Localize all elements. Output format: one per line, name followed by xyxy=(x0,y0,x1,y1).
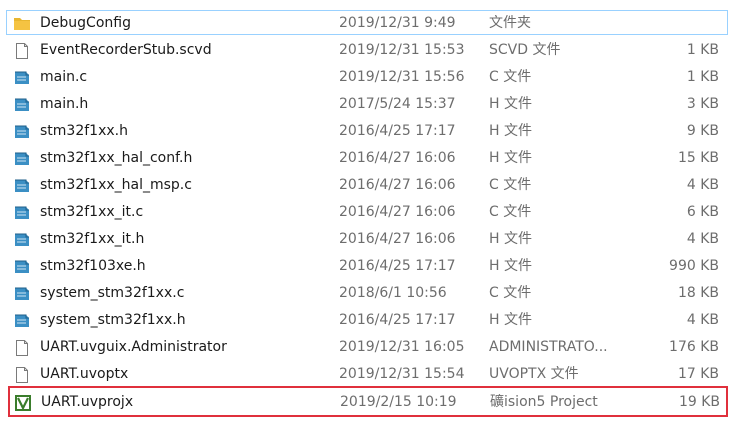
file-size: 990 KB xyxy=(669,258,719,274)
source-file-icon xyxy=(13,177,31,195)
file-size: 17 KB xyxy=(677,366,719,382)
file-type: 礦ision5 Project xyxy=(490,394,598,410)
file-row-uart-uvoptx[interactable]: UART.uvoptx 2019/12/31 15:54 UVOPTX 文件 1… xyxy=(6,361,728,386)
file-name: stm32f1xx_it.c xyxy=(40,204,144,220)
file-date: 2019/12/31 15:56 xyxy=(339,69,465,85)
file-row-stm32f1xx-h[interactable]: stm32f1xx.h 2016/4/25 17:17 H 文件 9 KB xyxy=(6,118,728,143)
file-type: C 文件 xyxy=(489,177,532,193)
file-row-eventrecorderstub[interactable]: EventRecorderStub.scvd 2019/12/31 15:53 … xyxy=(6,37,728,62)
source-file-icon xyxy=(13,231,31,249)
file-name: stm32f1xx_hal_msp.c xyxy=(40,177,192,193)
file-size: 15 KB xyxy=(677,150,719,166)
source-file-icon xyxy=(13,123,31,141)
file-size: 19 KB xyxy=(678,394,720,410)
source-file-icon xyxy=(13,312,31,330)
file-row-uart-uvprojx[interactable]: UART.uvprojx 2019/2/15 10:19 礦ision5 Pro… xyxy=(8,386,728,417)
file-row-system-stm32f1xx-c[interactable]: system_stm32f1xx.c 2018/6/1 10:56 C 文件 1… xyxy=(6,280,728,305)
file-date: 2019/2/15 10:19 xyxy=(340,394,457,410)
file-date: 2019/12/31 9:49 xyxy=(339,15,456,31)
file-name: stm32f103xe.h xyxy=(40,258,146,274)
file-row-stm32f1xx-hal-msp-c[interactable]: stm32f1xx_hal_msp.c 2016/4/27 16:06 C 文件… xyxy=(6,172,728,197)
file-type: ADMINISTRATO... xyxy=(489,339,608,355)
file-row-main-h[interactable]: main.h 2017/5/24 15:37 H 文件 3 KB xyxy=(6,91,728,116)
file-type: H 文件 xyxy=(489,123,532,139)
file-type: H 文件 xyxy=(489,231,532,247)
file-name: main.c xyxy=(40,69,88,85)
file-type: C 文件 xyxy=(489,69,532,85)
keil-project-icon xyxy=(14,394,32,412)
file-size: 1 KB xyxy=(686,69,719,85)
file-list: DebugConfig 2019/12/31 9:49 文件夹 EventRec… xyxy=(0,0,743,429)
blank-file-icon xyxy=(13,42,31,60)
file-size: 4 KB xyxy=(686,231,719,247)
file-date: 2019/12/31 15:54 xyxy=(339,366,465,382)
file-row-debugconfig[interactable]: DebugConfig 2019/12/31 9:49 文件夹 xyxy=(6,10,728,35)
source-file-icon xyxy=(13,96,31,114)
file-size: 176 KB xyxy=(669,339,719,355)
blank-file-icon xyxy=(13,339,31,357)
file-type: H 文件 xyxy=(489,150,532,166)
file-date: 2019/12/31 16:05 xyxy=(339,339,465,355)
file-type: SCVD 文件 xyxy=(489,42,561,58)
file-row-uart-uvguix-administrator[interactable]: UART.uvguix.Administrator 2019/12/31 16:… xyxy=(6,334,728,359)
file-row-stm32f1xx-it-c[interactable]: stm32f1xx_it.c 2016/4/27 16:06 C 文件 6 KB xyxy=(6,199,728,224)
source-file-icon xyxy=(13,258,31,276)
file-date: 2016/4/25 17:17 xyxy=(339,312,456,328)
file-name: UART.uvguix.Administrator xyxy=(40,339,227,355)
file-date: 2016/4/27 16:06 xyxy=(339,231,456,247)
file-date: 2018/6/1 10:56 xyxy=(339,285,447,301)
file-name: stm32f1xx_it.h xyxy=(40,231,145,247)
file-size: 4 KB xyxy=(686,177,719,193)
file-date: 2016/4/25 17:17 xyxy=(339,258,456,274)
folder-icon xyxy=(13,15,31,33)
file-size: 4 KB xyxy=(686,312,719,328)
file-name: main.h xyxy=(40,96,89,112)
file-name: system_stm32f1xx.h xyxy=(40,312,186,328)
file-type: C 文件 xyxy=(489,285,532,301)
file-size: 6 KB xyxy=(686,204,719,220)
file-size: 3 KB xyxy=(686,96,719,112)
file-type: UVOPTX 文件 xyxy=(489,366,579,382)
file-name: UART.uvoptx xyxy=(40,366,129,382)
file-date: 2016/4/27 16:06 xyxy=(339,177,456,193)
file-row-stm32f1xx-it-h[interactable]: stm32f1xx_it.h 2016/4/27 16:06 H 文件 4 KB xyxy=(6,226,728,251)
file-size: 9 KB xyxy=(686,123,719,139)
file-date: 2016/4/25 17:17 xyxy=(339,123,456,139)
file-date: 2017/5/24 15:37 xyxy=(339,96,456,112)
file-type: H 文件 xyxy=(489,96,532,112)
file-date: 2016/4/27 16:06 xyxy=(339,150,456,166)
file-row-stm32f103xe-h[interactable]: stm32f103xe.h 2016/4/25 17:17 H 文件 990 K… xyxy=(6,253,728,278)
source-file-icon xyxy=(13,69,31,87)
source-file-icon xyxy=(13,150,31,168)
source-file-icon xyxy=(13,204,31,222)
file-name: UART.uvprojx xyxy=(41,394,134,410)
file-date: 2019/12/31 15:53 xyxy=(339,42,465,58)
source-file-icon xyxy=(13,285,31,303)
file-size: 1 KB xyxy=(686,42,719,58)
file-name: EventRecorderStub.scvd xyxy=(40,42,212,58)
file-name: stm32f1xx_hal_conf.h xyxy=(40,150,193,166)
file-row-stm32f1xx-hal-conf-h[interactable]: stm32f1xx_hal_conf.h 2016/4/27 16:06 H 文… xyxy=(6,145,728,170)
file-type: H 文件 xyxy=(489,312,532,328)
file-name: DebugConfig xyxy=(40,15,131,31)
file-row-main-c[interactable]: main.c 2019/12/31 15:56 C 文件 1 KB xyxy=(6,64,728,89)
file-date: 2016/4/27 16:06 xyxy=(339,204,456,220)
file-type: 文件夹 xyxy=(489,15,531,31)
file-name: stm32f1xx.h xyxy=(40,123,128,139)
file-name: system_stm32f1xx.c xyxy=(40,285,185,301)
file-type: C 文件 xyxy=(489,204,532,220)
file-size: 18 KB xyxy=(677,285,719,301)
file-type: H 文件 xyxy=(489,258,532,274)
file-row-system-stm32f1xx-h[interactable]: system_stm32f1xx.h 2016/4/25 17:17 H 文件 … xyxy=(6,307,728,332)
blank-file-icon xyxy=(13,366,31,384)
